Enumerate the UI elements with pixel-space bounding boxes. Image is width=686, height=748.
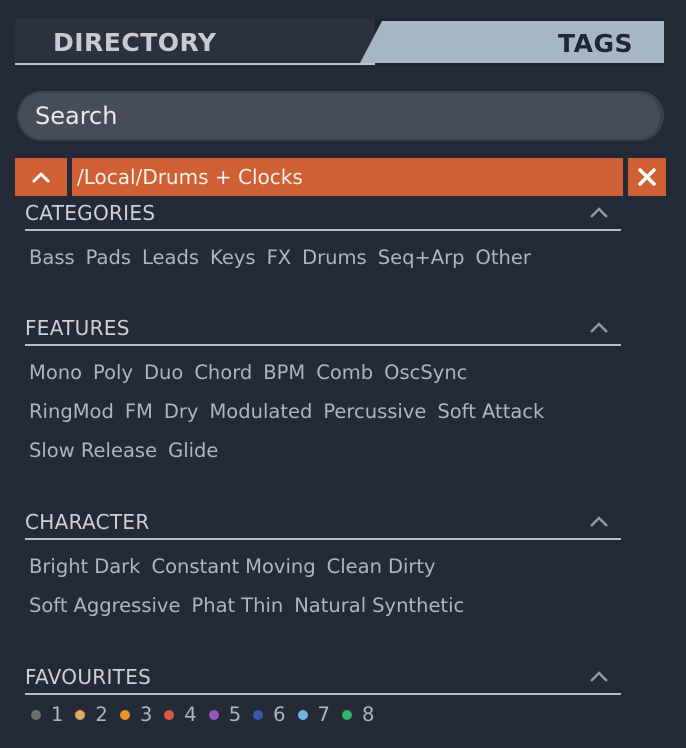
tag-comb[interactable]: Comb bbox=[316, 353, 373, 392]
tag-clean[interactable]: Clean bbox=[327, 547, 382, 586]
character-section: CHARACTER Bright Dark Constant Moving Cl… bbox=[25, 510, 621, 625]
tag-dry[interactable]: Dry bbox=[164, 392, 199, 431]
tab-directory-label: DIRECTORY bbox=[53, 28, 217, 57]
tag-bass[interactable]: Bass bbox=[29, 238, 75, 277]
tag-keys[interactable]: Keys bbox=[210, 238, 256, 277]
tag-row: Mono Poly Duo Chord BPM Comb OscSync bbox=[29, 353, 621, 392]
tag-chord[interactable]: Chord bbox=[194, 353, 252, 392]
chevron-up-icon bbox=[32, 172, 50, 182]
tag-thin[interactable]: Thin bbox=[241, 586, 283, 625]
tag-aggressive[interactable]: Aggressive bbox=[73, 586, 180, 625]
section-title: CATEGORIES bbox=[25, 201, 156, 225]
section-header: CATEGORIES bbox=[25, 201, 621, 231]
tag-poly[interactable]: Poly bbox=[93, 353, 133, 392]
favourite-7[interactable]: 7 bbox=[297, 703, 330, 726]
tag-row: Soft Aggressive Phat Thin Natural Synthe… bbox=[29, 586, 621, 625]
favourite-label: 1 bbox=[51, 703, 64, 726]
search-input[interactable] bbox=[19, 93, 660, 139]
tag-natural[interactable]: Natural bbox=[294, 586, 366, 625]
favourite-label: 3 bbox=[139, 703, 153, 726]
tag-drums[interactable]: Drums bbox=[302, 238, 367, 277]
favourite-dot-icon bbox=[208, 709, 219, 720]
tab-directory[interactable]: DIRECTORY bbox=[15, 19, 375, 65]
favourites-section: FAVOURITES 1 2 3 4 5 6 7 8 bbox=[25, 665, 621, 734]
chevron-up-icon[interactable] bbox=[589, 206, 609, 220]
favourite-6[interactable]: 6 bbox=[253, 703, 286, 726]
chevron-up-icon[interactable] bbox=[589, 321, 609, 335]
section-header: FAVOURITES bbox=[25, 665, 621, 695]
favourite-dot-icon bbox=[297, 709, 308, 720]
favourite-dot-icon bbox=[164, 709, 175, 720]
favourite-label: 2 bbox=[95, 703, 108, 726]
tab-tags-label: TAGS bbox=[558, 29, 633, 58]
tag-row: Bass Pads Leads Keys FX Drums Seq+Arp Ot… bbox=[29, 238, 621, 277]
favourites-row: 1 2 3 4 5 6 7 8 bbox=[31, 695, 621, 734]
tag-pads[interactable]: Pads bbox=[86, 238, 131, 277]
favourite-label: 6 bbox=[273, 703, 286, 726]
favourite-dot-icon bbox=[119, 709, 130, 720]
tag-oscsync[interactable]: OscSync bbox=[384, 353, 467, 392]
favourite-8[interactable]: 8 bbox=[341, 703, 375, 726]
tag-row: Slow Release Glide bbox=[29, 431, 621, 470]
features-section: FEATURES Mono Poly Duo Chord BPM Comb Os… bbox=[25, 316, 621, 470]
search-bar bbox=[17, 91, 664, 141]
tag-slow-release[interactable]: Slow Release bbox=[29, 431, 157, 470]
tag-percussive[interactable]: Percussive bbox=[323, 392, 426, 431]
tag-dark[interactable]: Dark bbox=[94, 547, 140, 586]
favourite-3[interactable]: 3 bbox=[119, 703, 153, 726]
tag-leads[interactable]: Leads bbox=[142, 238, 199, 277]
favourite-1[interactable]: 1 bbox=[31, 703, 63, 726]
chevron-up-icon[interactable] bbox=[589, 670, 609, 684]
tag-constant[interactable]: Constant bbox=[151, 547, 239, 586]
tag-seq-arp[interactable]: Seq+Arp bbox=[378, 238, 465, 277]
current-path: /Local/Drums + Clocks bbox=[72, 158, 623, 196]
section-title: FAVOURITES bbox=[25, 665, 152, 689]
close-icon bbox=[638, 168, 656, 186]
tag-soft-attack[interactable]: Soft Attack bbox=[437, 392, 544, 431]
tag-other[interactable]: Other bbox=[476, 238, 531, 277]
tab-bar: DIRECTORY TAGS bbox=[15, 19, 664, 65]
section-title: CHARACTER bbox=[25, 510, 150, 534]
tag-duo[interactable]: Duo bbox=[144, 353, 183, 392]
tag-fm[interactable]: FM bbox=[125, 392, 153, 431]
tag-phat[interactable]: Phat bbox=[191, 586, 235, 625]
section-header: FEATURES bbox=[25, 316, 621, 346]
tag-synthetic[interactable]: Synthetic bbox=[372, 586, 464, 625]
section-header: CHARACTER bbox=[25, 510, 621, 540]
tag-ringmod[interactable]: RingMod bbox=[29, 392, 114, 431]
favourite-label: 5 bbox=[228, 703, 242, 726]
tag-modulated[interactable]: Modulated bbox=[209, 392, 312, 431]
favourite-label: 4 bbox=[184, 703, 197, 726]
tag-row: RingMod FM Dry Modulated Percussive Soft… bbox=[29, 392, 621, 431]
favourite-5[interactable]: 5 bbox=[208, 703, 242, 726]
tag-soft[interactable]: Soft bbox=[29, 586, 67, 625]
favourite-dot-icon bbox=[31, 709, 41, 720]
favourite-4[interactable]: 4 bbox=[164, 703, 197, 726]
tag-mono[interactable]: Mono bbox=[29, 353, 82, 392]
parent-folder-button[interactable] bbox=[15, 158, 67, 196]
favourite-label: 7 bbox=[317, 703, 330, 726]
tag-bpm[interactable]: BPM bbox=[263, 353, 305, 392]
clear-path-button[interactable] bbox=[628, 158, 666, 196]
chevron-up-icon[interactable] bbox=[589, 515, 609, 529]
favourite-2[interactable]: 2 bbox=[75, 703, 108, 726]
tag-bright[interactable]: Bright bbox=[29, 547, 88, 586]
tab-tags[interactable]: TAGS bbox=[360, 21, 664, 63]
tag-row: Bright Dark Constant Moving Clean Dirty bbox=[29, 547, 621, 586]
section-title: FEATURES bbox=[25, 316, 130, 340]
tag-moving[interactable]: Moving bbox=[245, 547, 315, 586]
favourite-label: 8 bbox=[361, 703, 375, 726]
favourite-dot-icon bbox=[75, 709, 86, 720]
favourite-dot-icon bbox=[341, 709, 352, 720]
favourite-dot-icon bbox=[253, 709, 264, 720]
categories-section: CATEGORIES Bass Pads Leads Keys FX Drums… bbox=[25, 201, 621, 277]
tag-glide[interactable]: Glide bbox=[168, 431, 218, 470]
tag-dirty[interactable]: Dirty bbox=[388, 547, 436, 586]
tag-fx[interactable]: FX bbox=[267, 238, 292, 277]
